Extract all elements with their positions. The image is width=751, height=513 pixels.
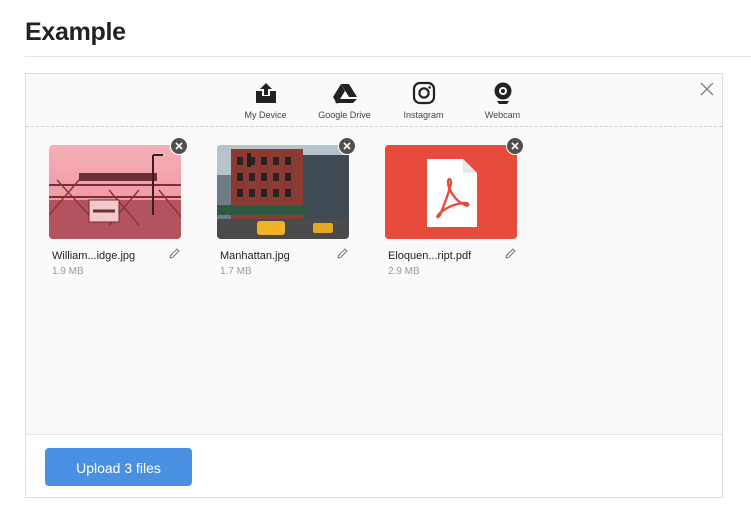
source-google-drive[interactable]: Google Drive xyxy=(305,80,384,120)
file-name: Manhattan.jpg xyxy=(220,250,290,262)
title-divider xyxy=(25,56,751,57)
page-title: Example xyxy=(25,18,126,46)
file-name: Eloquen...ript.pdf xyxy=(388,250,472,262)
source-label: My Device xyxy=(244,110,287,120)
upload-tray-icon xyxy=(253,80,279,106)
file-name: William...idge.jpg xyxy=(52,250,136,262)
source-label: Google Drive xyxy=(318,110,371,120)
source-label: Instagram xyxy=(403,110,444,120)
pencil-icon[interactable] xyxy=(336,247,349,260)
source-instagram[interactable]: Instagram xyxy=(384,80,463,120)
remove-file-button[interactable] xyxy=(338,137,356,155)
webcam-icon xyxy=(490,80,516,106)
file-size: 1.9 MB xyxy=(52,266,84,277)
uploader-dashboard: My Device Google Drive Instagram Webcam … xyxy=(25,73,723,498)
file-size: 1.7 MB xyxy=(220,266,252,277)
remove-file-button[interactable] xyxy=(170,137,188,155)
source-webcam[interactable]: Webcam xyxy=(463,80,542,120)
file-thumbnail xyxy=(49,145,181,239)
source-toolbar: My Device Google Drive Instagram Webcam xyxy=(26,74,722,127)
upload-button[interactable]: Upload 3 files xyxy=(45,448,192,486)
file-size: 2.9 MB xyxy=(388,266,420,277)
remove-file-button[interactable] xyxy=(506,137,524,155)
close-icon[interactable] xyxy=(698,80,716,98)
file-thumbnail xyxy=(217,145,349,239)
instagram-icon xyxy=(411,80,437,106)
source-label: Webcam xyxy=(484,110,521,120)
uploader-footer: Upload 3 files xyxy=(26,434,722,497)
pencil-icon[interactable] xyxy=(504,247,517,260)
pencil-icon[interactable] xyxy=(168,247,181,260)
google-drive-icon xyxy=(332,80,358,106)
source-list: My Device Google Drive Instagram Webcam xyxy=(226,80,542,120)
file-thumbnail xyxy=(385,145,517,239)
source-my-device[interactable]: My Device xyxy=(226,80,305,120)
